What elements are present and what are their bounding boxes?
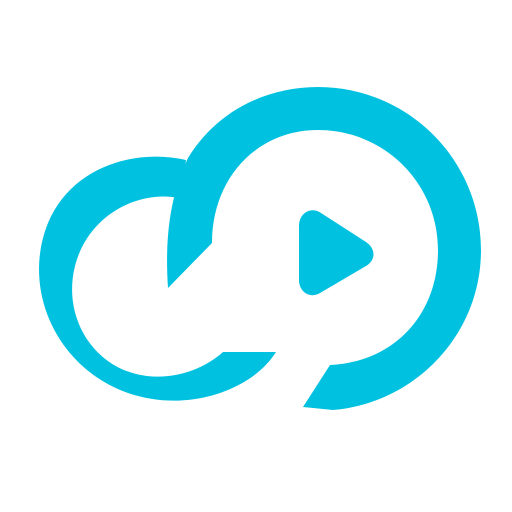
play-triangle xyxy=(299,210,374,296)
app-logo-canvas xyxy=(0,0,512,512)
cloud-small-ring xyxy=(39,156,277,401)
cloud-play-icon xyxy=(39,87,482,410)
